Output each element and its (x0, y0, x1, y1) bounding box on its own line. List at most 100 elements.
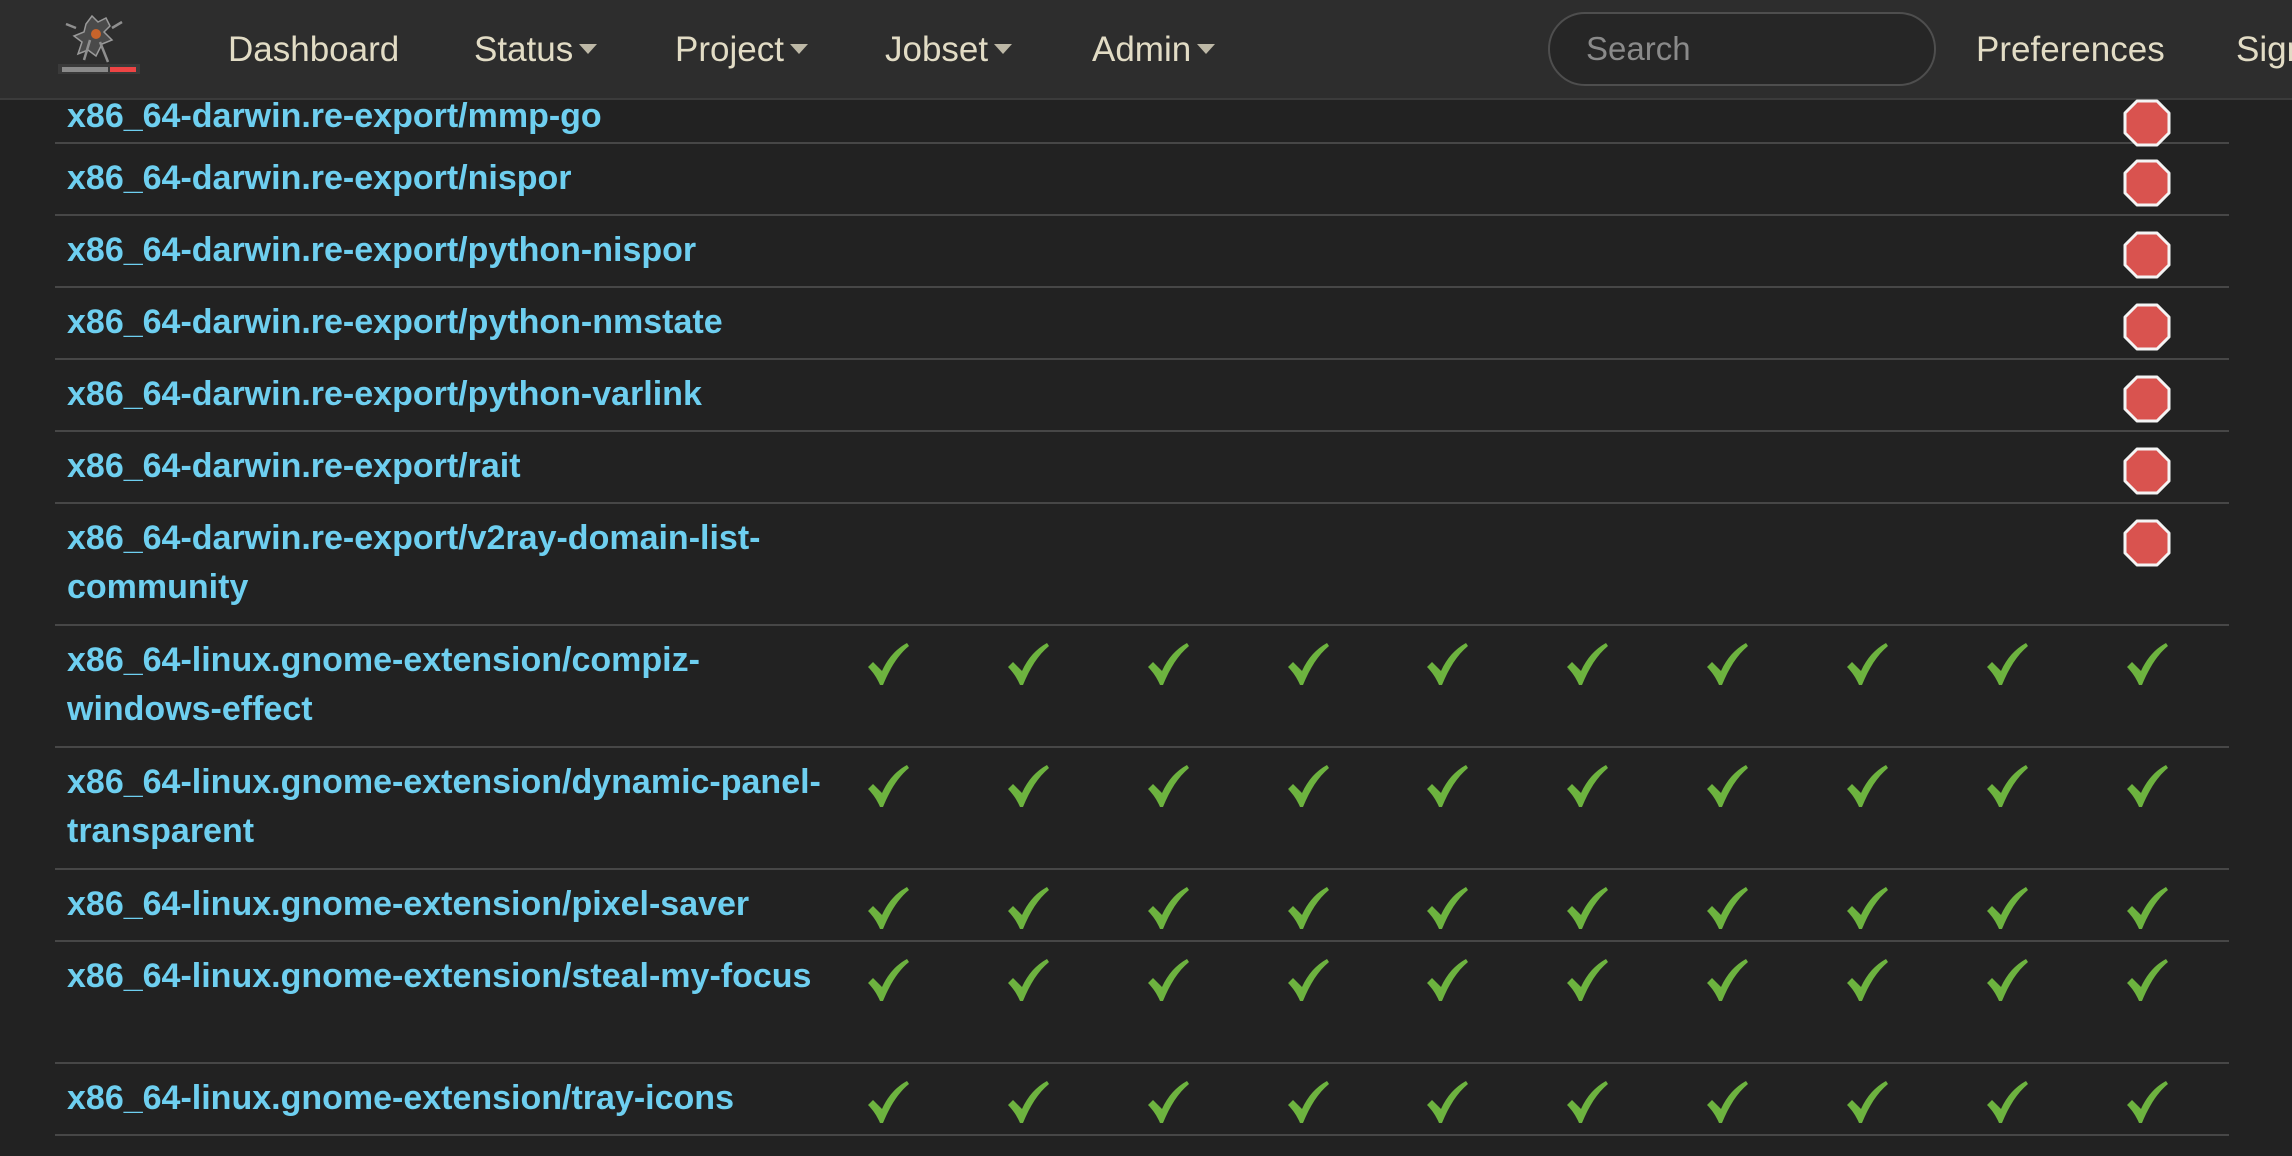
checkmark-icon[interactable] (1702, 884, 1752, 934)
checkmark-icon[interactable] (1283, 884, 1333, 934)
caret-down-icon (994, 43, 1013, 54)
table-row: x86_64-darwin.re-export/python-nmstate (55, 288, 2229, 360)
search-input[interactable] (1548, 12, 1936, 86)
job-link[interactable]: x86_64-linux.gnome-extension/dynamic-pan… (67, 758, 827, 856)
checkmark-icon[interactable] (863, 640, 913, 690)
table-row: x86_64-darwin.re-export/python-nispor (55, 216, 2229, 288)
checkmark-icon[interactable] (1003, 884, 1053, 934)
job-link[interactable]: x86_64-darwin.re-export/v2ray-domain-lis… (67, 514, 827, 612)
checkmark-icon[interactable] (1003, 1078, 1053, 1128)
checkmark-icon[interactable] (1422, 1078, 1472, 1128)
checkmark-icon[interactable] (863, 762, 913, 812)
job-link[interactable]: x86_64-linux.gnome-extension/pixel-saver (67, 880, 827, 929)
stop-octagon-icon[interactable] (2122, 374, 2172, 424)
job-link[interactable]: x86_64-linux.gnome-extension/steal-my-fo… (67, 952, 827, 1001)
checkmark-icon[interactable] (1143, 956, 1193, 1006)
nav-project-menu[interactable]: Project (675, 28, 808, 72)
checkmark-icon[interactable] (1982, 640, 2032, 690)
checkmark-icon[interactable] (2122, 956, 2172, 1006)
table-row: x86_64-darwin.re-export/mmp-go (55, 97, 2229, 147)
caret-down-icon (789, 43, 808, 54)
checkmark-icon[interactable] (863, 1078, 913, 1128)
checkmark-icon[interactable] (1982, 956, 2032, 1006)
signin-label: Sign in (2236, 30, 2292, 69)
table-row: x86_64-linux.gnome-extension/dynamic-pan… (55, 748, 2229, 870)
stop-octagon-icon[interactable] (2122, 302, 2172, 352)
table-row: x86_64-linux.gnome-extension/tray-icons (55, 1064, 2229, 1136)
nav-admin-label: Admin (1092, 30, 1192, 69)
job-link[interactable]: x86_64-darwin.re-export/nispor (67, 154, 827, 203)
checkmark-icon[interactable] (1422, 640, 1472, 690)
signin-link[interactable]: Sign in (2236, 28, 2292, 72)
checkmark-icon[interactable] (2122, 640, 2172, 690)
navbar: Dashboard Status Project Jobset Admin Pr… (0, 0, 2292, 100)
nav-admin-menu[interactable]: Admin (1092, 28, 1216, 72)
nav-status-label: Status (474, 30, 574, 69)
table-row: x86_64-linux.gnome-extension/steal-my-fo… (55, 942, 2229, 1064)
checkmark-icon[interactable] (1562, 1078, 1612, 1128)
stop-octagon-icon[interactable] (2122, 518, 2172, 568)
job-link[interactable]: x86_64-darwin.re-export/python-varlink (67, 370, 827, 419)
checkmark-icon[interactable] (1003, 762, 1053, 812)
checkmark-icon[interactable] (1422, 956, 1472, 1006)
checkmark-icon[interactable] (1982, 884, 2032, 934)
checkmark-icon[interactable] (1982, 1078, 2032, 1128)
checkmark-icon[interactable] (1283, 956, 1333, 1006)
checkmark-icon[interactable] (1842, 762, 1892, 812)
checkmark-icon[interactable] (1562, 884, 1612, 934)
checkmark-icon[interactable] (2122, 884, 2172, 934)
checkmark-icon[interactable] (1702, 1078, 1752, 1128)
checkmark-icon[interactable] (1283, 1078, 1333, 1128)
checkmark-icon[interactable] (863, 956, 913, 1006)
checkmark-icon[interactable] (1982, 762, 2032, 812)
job-link[interactable]: x86_64-darwin.re-export/python-nispor (67, 226, 827, 275)
checkmark-icon[interactable] (1422, 762, 1472, 812)
preferences-link[interactable]: Preferences (1976, 28, 2165, 72)
nav-status-menu[interactable]: Status (474, 28, 598, 72)
checkmark-icon[interactable] (1702, 640, 1752, 690)
checkmark-icon[interactable] (1702, 762, 1752, 812)
table-row: x86_64-darwin.re-export/nispor (55, 144, 2229, 216)
job-link[interactable]: x86_64-darwin.re-export/python-nmstate (67, 298, 827, 347)
checkmark-icon[interactable] (1842, 640, 1892, 690)
checkmark-icon[interactable] (1842, 956, 1892, 1006)
caret-down-icon (579, 43, 598, 54)
job-link[interactable]: x86_64-linux.gnome-extension/tray-icons (67, 1074, 827, 1123)
checkmark-icon[interactable] (1283, 762, 1333, 812)
job-link[interactable]: x86_64-darwin.re-export/mmp-go (67, 92, 827, 141)
table-row: x86_64-linux.gnome-extension/pixel-saver (55, 870, 2229, 942)
checkmark-icon[interactable] (1283, 640, 1333, 690)
stop-octagon-icon[interactable] (2122, 230, 2172, 280)
stop-octagon-icon[interactable] (2122, 158, 2172, 208)
table-row: x86_64-darwin.re-export/python-varlink (55, 360, 2229, 432)
checkmark-icon[interactable] (1003, 956, 1053, 1006)
nav-dashboard[interactable]: Dashboard (228, 28, 399, 72)
job-link[interactable]: x86_64-linux.gnome-extension/compiz-wind… (67, 636, 827, 734)
checkmark-icon[interactable] (863, 884, 913, 934)
checkmark-icon[interactable] (1143, 1078, 1193, 1128)
checkmark-icon[interactable] (1562, 762, 1612, 812)
checkmark-icon[interactable] (1842, 1078, 1892, 1128)
hydra-logo-icon (58, 14, 140, 74)
stop-octagon-icon[interactable] (2122, 446, 2172, 496)
table-row: x86_64-darwin.re-export/rait (55, 432, 2229, 504)
checkmark-icon[interactable] (2122, 762, 2172, 812)
checkmark-icon[interactable] (1702, 956, 1752, 1006)
checkmark-icon[interactable] (2122, 1078, 2172, 1128)
checkmark-icon[interactable] (1562, 956, 1612, 1006)
checkmark-icon[interactable] (1562, 640, 1612, 690)
stop-octagon-icon[interactable] (2122, 98, 2172, 148)
job-link[interactable]: x86_64-darwin.re-export/rait (67, 442, 827, 491)
checkmark-icon[interactable] (1422, 884, 1472, 934)
checkmark-icon[interactable] (1143, 640, 1193, 690)
table-row: x86_64-linux.gnome-extension/compiz-wind… (55, 626, 2229, 748)
table-row: x86_64-darwin.re-export/v2ray-domain-lis… (55, 504, 2229, 626)
hydra-logo[interactable] (56, 10, 142, 76)
checkmark-icon[interactable] (1143, 884, 1193, 934)
caret-down-icon (1197, 43, 1216, 54)
nav-jobset-menu[interactable]: Jobset (885, 28, 1013, 72)
checkmark-icon[interactable] (1143, 762, 1193, 812)
checkmark-icon[interactable] (1842, 884, 1892, 934)
checkmark-icon[interactable] (1003, 640, 1053, 690)
nav-project-label: Project (675, 30, 784, 69)
